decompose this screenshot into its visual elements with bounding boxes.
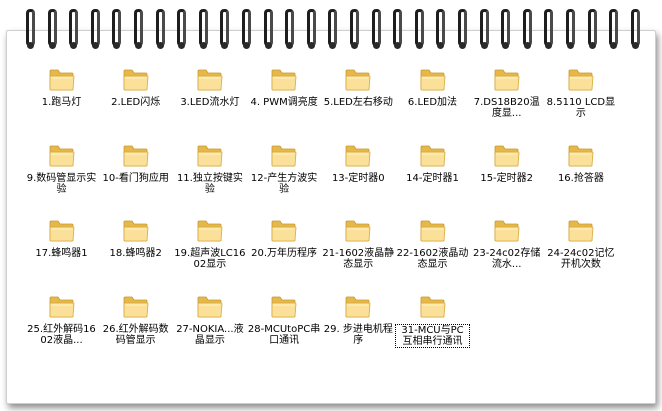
folder-icon [197, 144, 223, 168]
folder-label: 1.跑马灯 [41, 97, 82, 108]
folder-icon [123, 295, 149, 319]
folder-label: 11.独立按键实验 [176, 172, 243, 195]
folder-label: 16.抢答器 [557, 172, 604, 184]
folder-label: 18.蜂鸣器2 [109, 248, 162, 259]
folder-label: 20.万年历程序 [251, 248, 318, 259]
folder-label: 3.LED流水灯 [180, 97, 240, 108]
folder-icon [271, 68, 297, 92]
folder-icon [420, 219, 446, 243]
folder-item[interactable]: 22-1602液晶动态显示 [395, 219, 470, 270]
folder-item[interactable]: 13-定时器0 [321, 144, 396, 184]
folder-item[interactable]: 10-看门狗应用 [98, 144, 173, 184]
folder-icon [197, 68, 223, 92]
folder-icon [345, 144, 371, 168]
folder-icon [123, 144, 149, 168]
folder-icon [420, 68, 446, 92]
folder-item[interactable]: 23-24c02存储流水... [469, 219, 544, 270]
folder-label: 5.LED左右移动 [323, 97, 393, 108]
folder-icon [123, 68, 149, 92]
folder-item[interactable]: 25.红外解码1602液晶... [24, 295, 99, 346]
folder-label: 21-1602液晶静态显示 [322, 248, 395, 270]
folder-icon [49, 219, 75, 243]
folder-item[interactable]: 6.LED加法 [395, 68, 470, 108]
folder-label: 6.LED加法 [407, 97, 458, 108]
folder-label: 31-MCU与PC互相串行通讯 [395, 323, 470, 348]
folder-item[interactable]: 8.5110 LCD显示 [543, 68, 618, 119]
folder-item[interactable]: 14-定时器1 [395, 144, 470, 184]
folder-item[interactable]: 3.LED流水灯 [172, 68, 247, 108]
folder-item[interactable]: 2.LED闪烁 [98, 68, 173, 108]
folder-item[interactable]: 9.数码管显示实验 [24, 144, 99, 195]
folder-item[interactable]: 5.LED左右移动 [321, 68, 396, 108]
folder-grid: 1.跑马灯 2.LED闪烁 3.LED流水灯 4. PWM调亮度 5.LED左右移动 6.… [22, 68, 642, 378]
folder-item[interactable]: 19.超声波LC1602显示 [172, 219, 247, 270]
folder-label: 9.数码管显示实验 [26, 172, 97, 195]
folder-label: 4. PWM调亮度 [250, 97, 318, 108]
folder-label: 23-24c02存储流水... [473, 248, 541, 270]
folder-item[interactable]: 4. PWM调亮度 [247, 68, 322, 108]
folder-label: 25.红外解码1602液晶... [27, 323, 96, 346]
folder-icon [271, 295, 297, 319]
folder-item[interactable]: 31-MCU与PC互相串行通讯 [395, 295, 470, 348]
folder-label: 29. 步进电机程序 [323, 323, 393, 346]
folder-icon [494, 219, 520, 243]
folder-icon [568, 219, 594, 243]
folder-item[interactable]: 7.DS18B20温度显... [469, 68, 544, 119]
folder-label: 28-MCUtoPC串口通讯 [247, 323, 321, 346]
folder-label: 27-NOKIA...液晶显示 [176, 323, 244, 346]
folder-icon [49, 295, 75, 319]
folder-item[interactable]: 17.蜂鸣器1 [24, 219, 99, 259]
folder-item[interactable]: 12-产生方波实验 [247, 144, 322, 195]
folder-label: 13-定时器0 [331, 172, 385, 184]
folder-icon [123, 219, 149, 243]
folder-item[interactable]: 27-NOKIA...液晶显示 [172, 295, 247, 346]
folder-icon [345, 219, 371, 243]
folder-icon [568, 144, 594, 168]
folder-icon [49, 68, 75, 92]
folder-label: 8.5110 LCD显示 [546, 97, 616, 119]
folder-item[interactable]: 16.抢答器 [543, 144, 618, 184]
folder-item[interactable]: 18.蜂鸣器2 [98, 219, 173, 259]
folder-label: 10-看门狗应用 [102, 172, 169, 184]
folder-label: 24-24c02记忆开机次数 [547, 248, 615, 270]
folder-label: 22-1602液晶动态显示 [396, 248, 469, 270]
folder-icon [494, 68, 520, 92]
folder-label: 14-定时器1 [406, 172, 459, 184]
folder-item[interactable]: 29. 步进电机程序 [321, 295, 396, 346]
folder-label: 17.蜂鸣器1 [35, 248, 88, 259]
folder-icon [568, 68, 594, 92]
folder-icon [197, 219, 223, 243]
folder-icon [345, 68, 371, 92]
folder-item[interactable]: 26.红外解码数码管显示 [98, 295, 173, 346]
folder-item[interactable]: 24-24c02记忆开机次数 [543, 219, 618, 270]
folder-icon [345, 295, 371, 319]
folder-icon [49, 144, 75, 168]
folder-item[interactable]: 20.万年历程序 [247, 219, 322, 259]
folder-label: 12-产生方波实验 [250, 172, 318, 195]
folder-label: 2.LED闪烁 [111, 97, 161, 108]
folder-item[interactable]: 1.跑马灯 [24, 68, 99, 108]
folder-icon [271, 144, 297, 168]
folder-label: 19.超声波LC1602显示 [174, 248, 246, 270]
folder-icon [494, 144, 520, 168]
folder-icon [420, 295, 446, 319]
folder-label: 7.DS18B20温度显... [473, 97, 540, 119]
folder-icon [420, 144, 446, 168]
folder-label: 26.红外解码数码管显示 [102, 323, 169, 346]
folder-icon [271, 219, 297, 243]
folder-label: 15-定时器2 [480, 172, 534, 184]
folder-item[interactable]: 11.独立按键实验 [172, 144, 247, 195]
folder-item[interactable]: 21-1602液晶静态显示 [321, 219, 396, 270]
folder-item[interactable]: 15-定时器2 [469, 144, 544, 184]
folder-item[interactable]: 28-MCUtoPC串口通讯 [247, 295, 322, 346]
folder-icon [197, 295, 223, 319]
